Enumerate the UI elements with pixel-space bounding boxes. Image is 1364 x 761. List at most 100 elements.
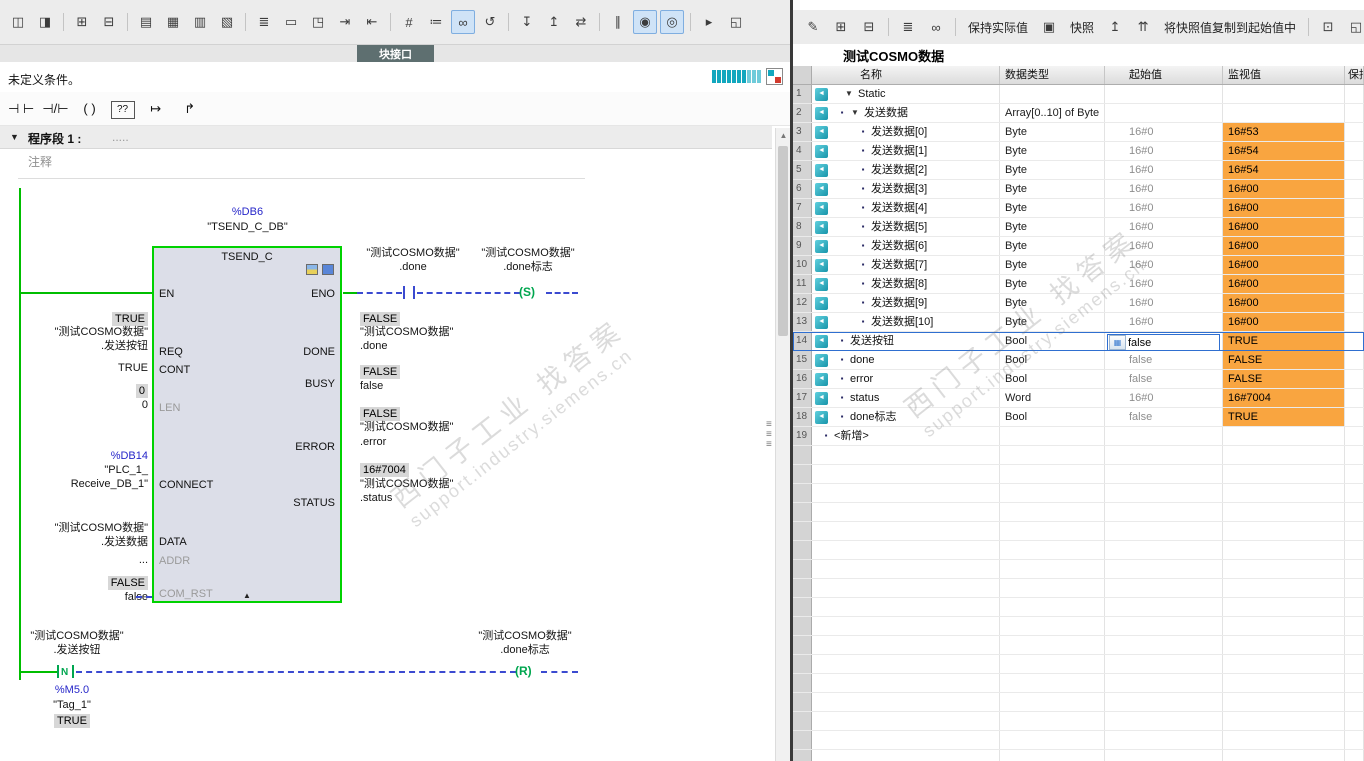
no-contact-button[interactable]: ⊣ ⊢ — [8, 97, 34, 121]
addr-operand[interactable]: ... — [8, 554, 148, 567]
assignment-icon[interactable]: ≔ — [424, 10, 448, 34]
empty-box-button[interactable]: ?? — [110, 100, 135, 119]
busy-operand[interactable]: false — [360, 380, 535, 393]
connect-operand-line2[interactable]: Receive_DB_1" — [8, 478, 148, 491]
overflow-chevron-icon[interactable]: ▸ — [697, 10, 721, 34]
add-block-icon[interactable]: ▦ — [161, 10, 185, 34]
start-value-cell[interactable]: 16#0 — [1105, 161, 1223, 179]
open-branch-button[interactable]: ↦ — [143, 97, 169, 121]
absolute-symbolic-toggle-icon[interactable]: ≣ — [252, 10, 276, 34]
req-operand-line2[interactable]: .发送按钮 — [8, 340, 148, 353]
header-retain[interactable]: 保持 — [1345, 66, 1364, 84]
maximize-editor-icon[interactable]: ◱ — [724, 10, 748, 34]
expander-icon[interactable]: ▼ — [848, 104, 862, 122]
n2-coil-operand-line2[interactable]: .done标志 — [470, 644, 580, 657]
breakpoint-icon[interactable]: ◉ — [633, 10, 657, 34]
network-number-icon[interactable]: # — [397, 10, 421, 34]
nc-contact-button[interactable]: ⊣/⊢ — [42, 97, 68, 121]
expander-icon[interactable]: ▼ — [842, 85, 856, 103]
empty-box-icon[interactable]: ▭ — [279, 10, 303, 34]
table-row[interactable]: 3 ▪ 发送数据[0] Byte16#016#53 — [793, 123, 1364, 142]
table-row[interactable]: 5 ▪ 发送数据[2] Byte16#016#54 — [793, 161, 1364, 180]
keep-actual-values-button[interactable]: 保持实际值 — [963, 17, 1033, 38]
load-start-values-icon[interactable]: ⊡ — [1316, 15, 1340, 39]
done-operand-line2[interactable]: .done — [360, 340, 535, 353]
coil-button[interactable]: ( ) — [77, 97, 103, 121]
done-contact-icon[interactable] — [413, 286, 415, 299]
header-datatype[interactable]: 数据类型 — [1000, 66, 1105, 84]
n2-contact-operand-line2[interactable]: .发送按钮 — [18, 644, 136, 657]
copy-all-values-icon[interactable]: ⇈ — [1131, 15, 1155, 39]
delete-row-icon[interactable]: ⊟ — [857, 15, 881, 39]
network-comment[interactable]: 注释 — [28, 153, 52, 170]
table-row[interactable]: 7 ▪ 发送数据[4] Byte16#016#00 — [793, 199, 1364, 218]
n2-coil-operand-line1[interactable]: "测试COSMO数据" — [470, 630, 580, 643]
table-row[interactable]: 18 ▪ done标志 BoolfalseTRUE — [793, 408, 1364, 427]
branch-contact-operand-line1[interactable]: "测试COSMO数据" — [365, 247, 461, 260]
status-operand-line2[interactable]: .status — [360, 492, 535, 505]
edge-tag-name[interactable]: "Tag_1" — [34, 699, 110, 712]
block-preview-icon[interactable] — [306, 264, 318, 275]
start-value-cell[interactable]: 16#0 — [1105, 218, 1223, 236]
instance-db-number[interactable]: %DB6 — [190, 206, 305, 219]
n-contact-icon[interactable] — [72, 665, 74, 678]
call-environment-icon[interactable]: ◎ — [660, 10, 684, 34]
table-row[interactable]: 1▼Static — [793, 85, 1364, 104]
insert-column-icon[interactable]: ▥ — [188, 10, 212, 34]
start-value-cell[interactable] — [1105, 427, 1223, 445]
cont-operand[interactable]: TRUE — [8, 362, 148, 375]
upload-icon[interactable]: ↥ — [542, 10, 566, 34]
table-row[interactable]: 2 ▪ ▼发送数据 Array[0..10] of Byte — [793, 104, 1364, 123]
table-row[interactable]: 15 ▪ done BoolfalseFALSE — [793, 351, 1364, 370]
open-branch-icon[interactable]: ⇥ — [333, 10, 357, 34]
connect-operand-line1[interactable]: "PLC_1_ — [8, 464, 148, 477]
req-operand-line1[interactable]: "测试COSMO数据" — [8, 326, 148, 339]
start-value-cell[interactable]: 16#0 — [1105, 237, 1223, 255]
copy-snapshot-to-start-values-button[interactable]: 将快照值复制到起始值中 — [1159, 17, 1301, 38]
table-row[interactable]: 9 ▪ 发送数据[6] Byte16#016#00 — [793, 237, 1364, 256]
delete-row-icon[interactable]: ▧ — [215, 10, 239, 34]
table-row[interactable]: 6 ▪ 发送数据[3] Byte16#016#00 — [793, 180, 1364, 199]
start-value-editor[interactable]: ▦ false — [1107, 334, 1220, 350]
done-operand-line1[interactable]: "测试COSMO数据" — [360, 326, 535, 339]
start-value-cell[interactable]: 16#0 — [1105, 123, 1223, 141]
start-value-cell[interactable]: ▦ false — [1105, 332, 1223, 350]
insert-row-icon[interactable]: ⊞ — [829, 15, 853, 39]
table-row[interactable]: 12 ▪ 发送数据[9] Byte16#016#00 — [793, 294, 1364, 313]
start-value-cell[interactable]: 16#0 — [1105, 294, 1223, 312]
start-editor-button[interactable]: ▦ — [1109, 335, 1126, 350]
edge-db-number[interactable]: %M5.0 — [34, 684, 110, 697]
instance-db-name[interactable]: "TSEND_C_DB" — [190, 221, 305, 234]
monitor-all-icon[interactable]: ∞ — [924, 15, 948, 39]
download-icon[interactable]: ↧ — [515, 10, 539, 34]
start-value-cell[interactable]: 16#0 — [1105, 142, 1223, 160]
copy-snapshot-icon[interactable]: ↥ — [1103, 15, 1127, 39]
network-header[interactable]: ▼ 程序段 1 : ..... — [0, 126, 772, 149]
table-row[interactable]: 14▪发送按钮Bool▦falseTRUE — [793, 332, 1364, 351]
start-value-cell[interactable]: 16#0 — [1105, 275, 1223, 293]
start-value-cell[interactable]: 16#0 — [1105, 313, 1223, 331]
start-value-cell[interactable]: 16#0 — [1105, 199, 1223, 217]
pane-splitter-grip[interactable]: ≡ ≡ ≡ — [766, 420, 776, 450]
expand-all-members-icon[interactable]: ≣ — [896, 15, 920, 39]
table-row[interactable]: 16 ▪ error BoolfalseFALSE — [793, 370, 1364, 389]
data-operand-line1[interactable]: "测试COSMO数据" — [8, 522, 148, 535]
expand-window-icon[interactable]: ◱ — [1344, 15, 1364, 39]
compare-icon[interactable]: ⇄ — [569, 10, 593, 34]
scrollbar-thumb[interactable] — [778, 146, 788, 336]
connect-db-number[interactable]: %DB14 — [8, 450, 148, 463]
table-row[interactable]: 11 ▪ 发送数据[8] Byte16#016#00 — [793, 275, 1364, 294]
start-value-cell[interactable] — [1105, 104, 1223, 122]
done-contact-icon[interactable] — [403, 286, 405, 299]
data-operand-line2[interactable]: .发送数据 — [8, 536, 148, 549]
delete-network-icon[interactable]: ⊟ — [97, 10, 121, 34]
table-row[interactable]: 19 ▪ <新增> — [793, 427, 1364, 446]
header-monitor-value[interactable]: 监视值 — [1223, 66, 1345, 84]
len-operand[interactable]: 0 — [8, 399, 148, 412]
insert-row-icon[interactable]: ▤ — [134, 10, 158, 34]
snapshot-button[interactable]: 快照 — [1065, 17, 1099, 38]
start-value-cell[interactable]: 16#0 — [1105, 180, 1223, 198]
start-value-cell[interactable]: 16#0 — [1105, 256, 1223, 274]
snapshot-camera-icon[interactable]: ▣ — [1037, 15, 1061, 39]
close-branch-icon[interactable]: ⇤ — [360, 10, 384, 34]
